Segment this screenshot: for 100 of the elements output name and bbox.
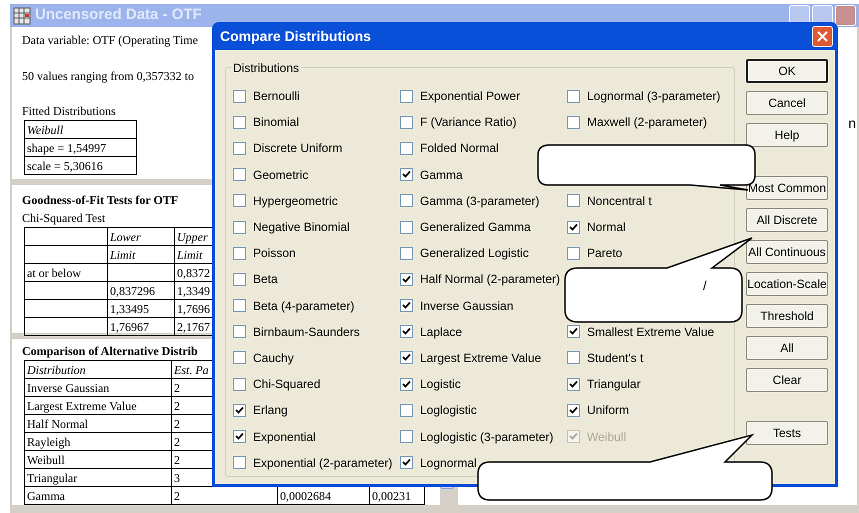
- checkbox-label: Student's t: [587, 350, 644, 367]
- checkbox[interactable]: [233, 351, 246, 364]
- checkbox[interactable]: [233, 168, 246, 182]
- checkbox-label: Loglogistic: [420, 402, 477, 420]
- table-cell: Largest Extreme Value: [25, 397, 172, 415]
- checkbox[interactable]: [400, 116, 413, 129]
- check-icon: [235, 432, 244, 442]
- checkbox[interactable]: [567, 351, 580, 364]
- check-icon: [402, 170, 411, 180]
- table-cell: Triangular: [25, 469, 172, 487]
- dialog-button[interactable]: OK: [746, 59, 828, 83]
- checkbox-label: Geometric: [253, 166, 308, 184]
- checkbox-label: Laplace: [420, 324, 462, 341]
- table-cell: Weibull: [25, 121, 137, 139]
- callout-text: /: [703, 277, 707, 295]
- checkbox-label: Uniform: [587, 402, 630, 420]
- dialog-button[interactable]: Cancel: [746, 91, 828, 115]
- checkbox[interactable]: [400, 142, 413, 155]
- dialog-button[interactable]: Clear: [746, 368, 828, 392]
- checkbox[interactable]: [233, 116, 246, 129]
- table-cell: 1,33495: [108, 300, 175, 318]
- table-cell: [108, 264, 175, 282]
- table-cell: Lower: [108, 228, 175, 246]
- dialog-button[interactable]: Help: [746, 123, 828, 147]
- checkbox[interactable]: [400, 456, 413, 470]
- checkbox[interactable]: [233, 272, 246, 286]
- checkbox[interactable]: [233, 194, 246, 208]
- checkbox[interactable]: [400, 430, 413, 444]
- checkbox[interactable]: [400, 272, 413, 286]
- table-cell: Rayleigh: [25, 433, 172, 451]
- checkbox-label: Logistic: [420, 376, 461, 394]
- check-icon: [402, 458, 411, 468]
- checkbox[interactable]: [567, 220, 580, 234]
- check-icon: [402, 380, 411, 389]
- table-cell: Gamma: [25, 487, 172, 505]
- spreadsheet-icon: [13, 6, 31, 24]
- checkbox-label: Binomial: [253, 114, 300, 132]
- dialog-button[interactable]: All Continuous: [746, 240, 828, 264]
- table-cell: 1,76967: [108, 318, 175, 336]
- checkbox-label: Weibull: [587, 428, 626, 446]
- checkbox-label: Loglogistic (3-parameter): [420, 428, 554, 446]
- close-button[interactable]: [812, 26, 833, 46]
- check-icon: [402, 327, 411, 336]
- checkbox[interactable]: [400, 299, 413, 312]
- checkbox[interactable]: [567, 404, 580, 417]
- checkbox-label: Bernoulli: [253, 88, 300, 106]
- checkbox[interactable]: [400, 378, 413, 391]
- checkbox-label: Hypergeometric: [253, 192, 338, 210]
- table-cell: Inverse Gaussian: [25, 379, 172, 397]
- section-subheading: Chi-Squared Test: [22, 210, 106, 227]
- checkbox[interactable]: [400, 194, 413, 208]
- checkbox[interactable]: [400, 168, 413, 182]
- dialog-button[interactable]: All: [746, 336, 828, 360]
- checkbox-label: Largest Extreme Value: [420, 350, 542, 367]
- checkbox[interactable]: [567, 90, 580, 103]
- section-heading: Goodness-of-Fit Tests for OTF: [22, 192, 178, 209]
- checkbox[interactable]: [567, 325, 580, 338]
- checkbox[interactable]: [567, 378, 580, 391]
- dialog-button[interactable]: Tests: [746, 421, 828, 445]
- checkbox-label: Folded Normal: [420, 140, 499, 158]
- checkbox[interactable]: [233, 325, 246, 338]
- fitted-heading: Fitted Distributions: [22, 103, 116, 120]
- table-cell: Limit: [108, 246, 175, 264]
- checkbox[interactable]: [567, 116, 580, 129]
- checkbox[interactable]: [400, 90, 413, 103]
- checkbox[interactable]: [400, 246, 413, 260]
- check-icon: [402, 301, 411, 310]
- check-icon: [402, 274, 411, 284]
- checkbox[interactable]: [233, 456, 246, 470]
- checkbox[interactable]: [400, 351, 413, 364]
- checkbox[interactable]: [233, 142, 246, 155]
- dialog-button[interactable]: Threshold: [746, 304, 828, 328]
- check-icon: [569, 327, 578, 336]
- checkbox[interactable]: [400, 325, 413, 338]
- checkbox-label: Exponential Power: [420, 88, 520, 106]
- data-variable-text: Data variable: OTF (Operating Time: [22, 32, 198, 49]
- check-icon: [402, 353, 411, 362]
- checkbox[interactable]: [567, 194, 580, 208]
- dialog-button[interactable]: Location-Scale: [746, 272, 828, 296]
- dialog-button[interactable]: All Discrete: [746, 208, 828, 232]
- checkbox-label: Gamma (3-parameter): [420, 192, 540, 210]
- checkbox[interactable]: [233, 430, 246, 444]
- checkbox[interactable]: [233, 220, 246, 234]
- checkbox-label: Lognormal: [420, 454, 477, 472]
- checkbox[interactable]: [233, 378, 246, 391]
- checkbox[interactable]: [233, 90, 246, 103]
- checkbox[interactable]: [400, 404, 413, 417]
- checkbox[interactable]: [233, 404, 246, 417]
- table-cell: scale = 5,30616: [25, 157, 137, 175]
- checkbox[interactable]: [233, 246, 246, 260]
- checkbox-label: Inverse Gaussian: [420, 298, 514, 315]
- table-cell: 0,837296: [108, 282, 175, 300]
- checkbox-label: Half Normal (2-parameter): [420, 271, 560, 288]
- checkbox-label: Smallest Extreme Value: [587, 324, 714, 341]
- checkbox[interactable]: [567, 246, 580, 260]
- checkbox[interactable]: [233, 299, 246, 312]
- checkbox[interactable]: [400, 220, 413, 234]
- table-cell: Distribution: [25, 361, 172, 379]
- checkbox-label: Normal: [587, 219, 626, 236]
- dialog-button[interactable]: Most Common: [746, 176, 828, 200]
